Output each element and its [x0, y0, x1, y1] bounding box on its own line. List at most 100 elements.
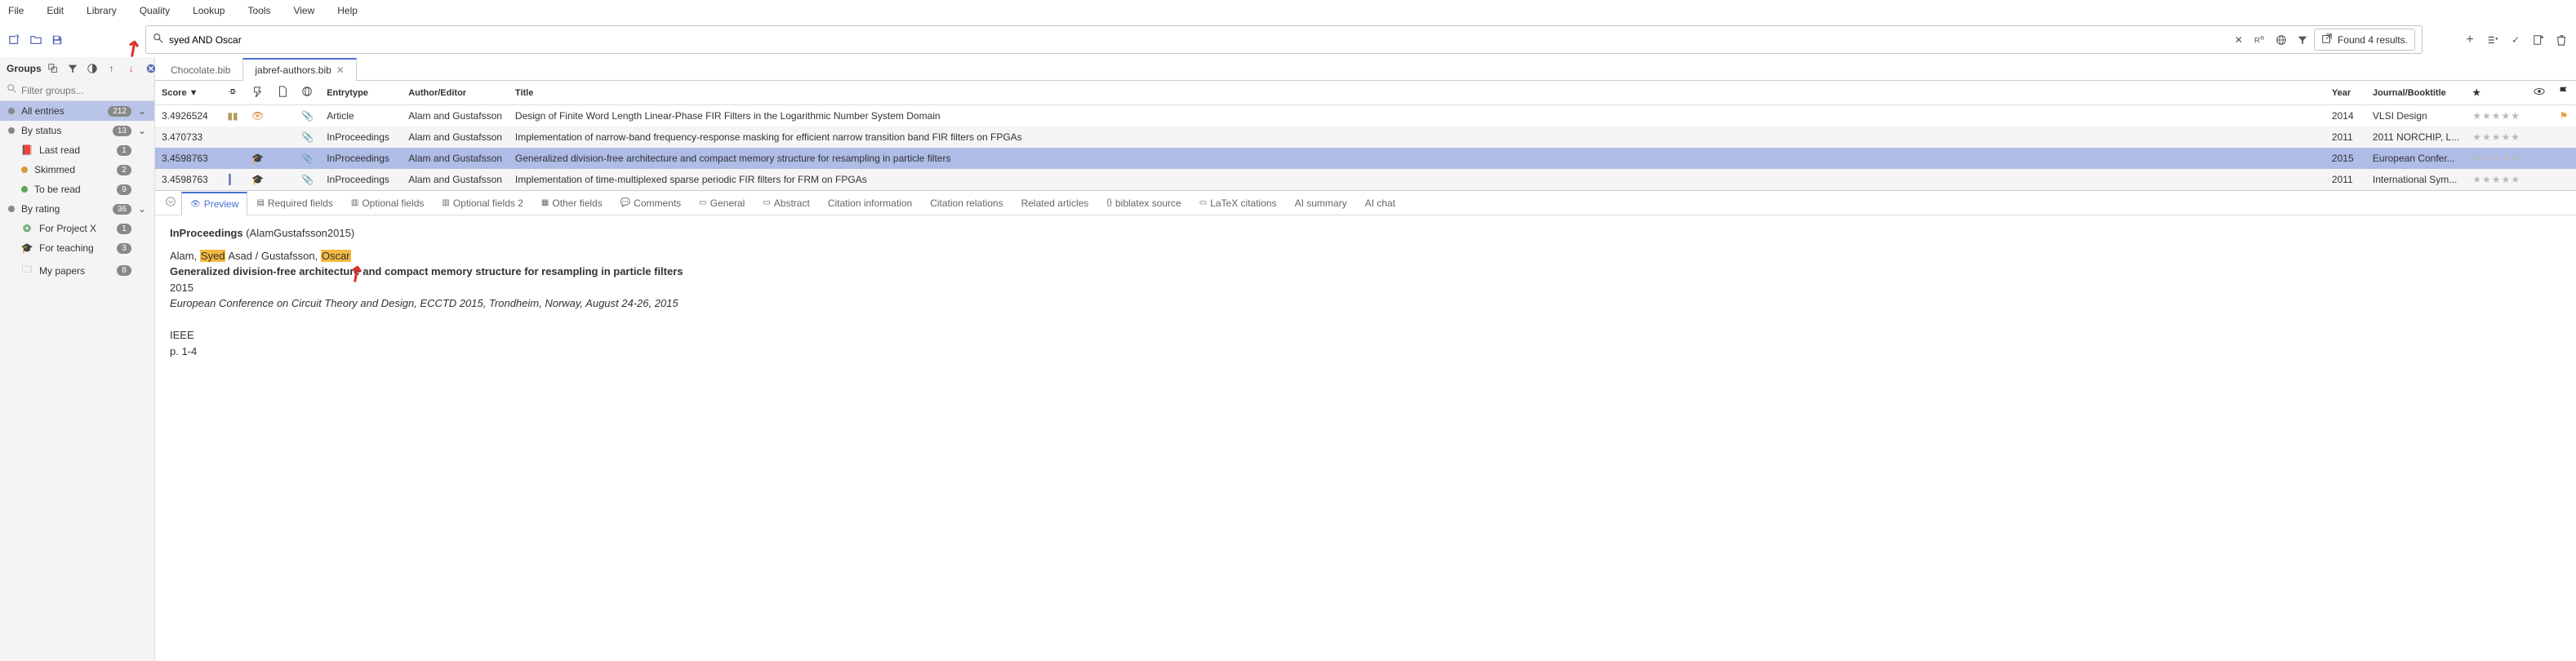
cell-special: 👁 [245, 105, 270, 127]
add-icon[interactable]: + [2463, 33, 2476, 47]
col-year[interactable]: Year [2325, 81, 2366, 105]
tab-icon: ▭ [763, 198, 770, 207]
preview-tab-comments[interactable]: 💬Comments [612, 191, 690, 215]
arrow-up-icon[interactable]: ↑ [105, 62, 118, 75]
table-row[interactable]: 3.4598763▎🎓📎InProceedingsAlam and Gustaf… [155, 169, 2576, 190]
menu-help[interactable]: Help [337, 5, 358, 16]
preview-tab-citation-information[interactable]: Citation information [819, 191, 921, 215]
preview-tab-biblatex-source[interactable]: {}biblatex source [1097, 191, 1190, 215]
web-search-icon[interactable] [2275, 33, 2288, 47]
search-input[interactable] [169, 34, 2232, 46]
col-special-icon[interactable] [245, 81, 270, 105]
group-label: By rating [21, 203, 106, 215]
sidebar-item-for-project-x[interactable]: ❂For Project X1 [0, 219, 154, 238]
cell-read[interactable] [2527, 126, 2552, 148]
menu-quality[interactable]: Quality [140, 5, 170, 16]
table-row[interactable]: 3.470733📎InProceedingsAlam and Gustafsso… [155, 126, 2576, 148]
arrow-down-icon[interactable]: ↓ [125, 62, 138, 75]
funnel-icon[interactable] [66, 62, 79, 75]
cell-rank[interactable]: ★★★★★ [2466, 126, 2527, 148]
menu-file[interactable]: File [8, 5, 24, 16]
collapse-preview-icon[interactable] [160, 193, 181, 213]
col-read-icon[interactable] [2527, 81, 2552, 105]
tab-jabref-authors-bib[interactable]: jabref-authors.bib✕ [242, 58, 356, 81]
group-count: 3 [117, 243, 131, 254]
col-linked-icon[interactable] [220, 81, 245, 105]
sidebar-item-by-status[interactable]: By status13⌄ [0, 121, 154, 140]
results-table-wrap: Score ▼ Entrytype Author/Editor Title Ye… [155, 81, 2576, 190]
cell-read[interactable] [2527, 169, 2552, 190]
col-entrytype[interactable]: Entrytype [320, 81, 402, 105]
sidebar-item-by-rating[interactable]: By rating36⌄ [0, 199, 154, 219]
cell-rank[interactable]: ★★★★★ [2466, 148, 2527, 169]
cell-rank[interactable]: ★★★★★ [2466, 169, 2527, 190]
cell-entrytype: InProceedings [320, 148, 402, 169]
cell-read[interactable] [2527, 105, 2552, 127]
cell-flag[interactable]: ⚑ [2552, 105, 2576, 127]
tab-icon: ▤ [256, 198, 264, 207]
sidebar-item-all-entries[interactable]: All entries212⌄ [0, 101, 154, 121]
new-article-icon[interactable] [2532, 33, 2545, 47]
col-flag-icon[interactable] [2552, 81, 2576, 105]
check-icon[interactable]: ✓ [2509, 33, 2522, 47]
preview-tab-related-articles[interactable]: Related articles [1012, 191, 1098, 215]
chevron-down-icon[interactable]: ⌄ [138, 125, 146, 136]
clear-search-icon[interactable]: ✕ [2232, 33, 2245, 47]
col-file-icon[interactable] [270, 81, 295, 105]
table-row[interactable]: 3.4598763🎓📎InProceedingsAlam and Gustafs… [155, 148, 2576, 169]
col-title[interactable]: Title [509, 81, 2325, 105]
col-author[interactable]: Author/Editor [402, 81, 509, 105]
tab-Chocolate-bib[interactable]: Chocolate.bib [158, 59, 242, 81]
group-label: By status [21, 125, 106, 136]
cell-title: Generalized division-free architecture a… [509, 148, 2325, 169]
new-entry-dropdown-icon[interactable] [2486, 33, 2499, 47]
preview-tab-required-fields[interactable]: ▤Required fields [247, 191, 342, 215]
new-library-icon[interactable] [8, 33, 21, 47]
filter-groups-input[interactable] [21, 85, 148, 96]
open-folder-icon[interactable] [29, 33, 42, 47]
cell-clip: 📎 [295, 169, 320, 190]
cell-read[interactable] [2527, 148, 2552, 169]
cell-flag[interactable] [2552, 126, 2576, 148]
preview-tab-optional-fields[interactable]: ▥Optional fields [342, 191, 434, 215]
preview-tab-latex-citations[interactable]: ▭LaTeX citations [1190, 191, 1286, 215]
col-score[interactable]: Score ▼ [155, 81, 220, 105]
cell-rank[interactable]: ★★★★★ [2466, 105, 2527, 127]
sidebar-item-my-papers[interactable]: 🗀My papers8 [0, 258, 154, 283]
menu-view[interactable]: View [293, 5, 314, 16]
preview-tab-ai-summary[interactable]: AI summary [1286, 191, 1356, 215]
contrast-icon[interactable] [86, 62, 99, 75]
preview-tab-optional-fields-2[interactable]: ▥Optional fields 2 [433, 191, 532, 215]
intersect-icon[interactable] [47, 62, 60, 75]
menu-library[interactable]: Library [87, 5, 117, 16]
col-rank-icon[interactable]: ★ [2466, 81, 2527, 105]
open-external-icon[interactable] [2321, 33, 2333, 47]
chevron-down-icon[interactable]: ⌄ [138, 203, 146, 215]
preview-tab-general[interactable]: ▭General [690, 191, 754, 215]
cell-flag[interactable] [2552, 169, 2576, 190]
svg-text:R: R [2254, 36, 2260, 45]
sidebar-item-last-read[interactable]: 📕Last read1 [0, 140, 154, 160]
chevron-down-icon[interactable]: ⌄ [138, 105, 146, 117]
sidebar-item-skimmed[interactable]: Skimmed2 [0, 160, 154, 180]
table-row[interactable]: 3.4926524▮▮👁📎ArticleAlam and GustafssonD… [155, 105, 2576, 127]
cell-flag[interactable] [2552, 148, 2576, 169]
menu-tools[interactable]: Tools [247, 5, 270, 16]
delete-icon[interactable] [2555, 33, 2568, 47]
col-url-icon[interactable] [295, 81, 320, 105]
preview-tab-preview[interactable]: 👁Preview [181, 192, 247, 215]
preview-tab-abstract[interactable]: ▭Abstract [754, 191, 818, 215]
preview-tab-label: Citation relations [930, 197, 1003, 209]
preview-tab-ai-chat[interactable]: AI chat [1356, 191, 1404, 215]
regex-icon[interactable]: R [2253, 33, 2267, 47]
menu-edit[interactable]: Edit [47, 5, 64, 16]
filter-icon[interactable] [2296, 33, 2309, 47]
col-journal[interactable]: Journal/Booktitle [2366, 81, 2466, 105]
close-tab-icon[interactable]: ✕ [336, 64, 345, 76]
menu-lookup[interactable]: Lookup [193, 5, 225, 16]
preview-tab-citation-relations[interactable]: Citation relations [921, 191, 1012, 215]
save-icon[interactable] [51, 33, 64, 47]
sidebar-item-to-be-read[interactable]: To be read9 [0, 180, 154, 199]
preview-tab-other-fields[interactable]: ▦Other fields [532, 191, 612, 215]
sidebar-item-for-teaching[interactable]: 🎓For teaching3 [0, 238, 154, 258]
